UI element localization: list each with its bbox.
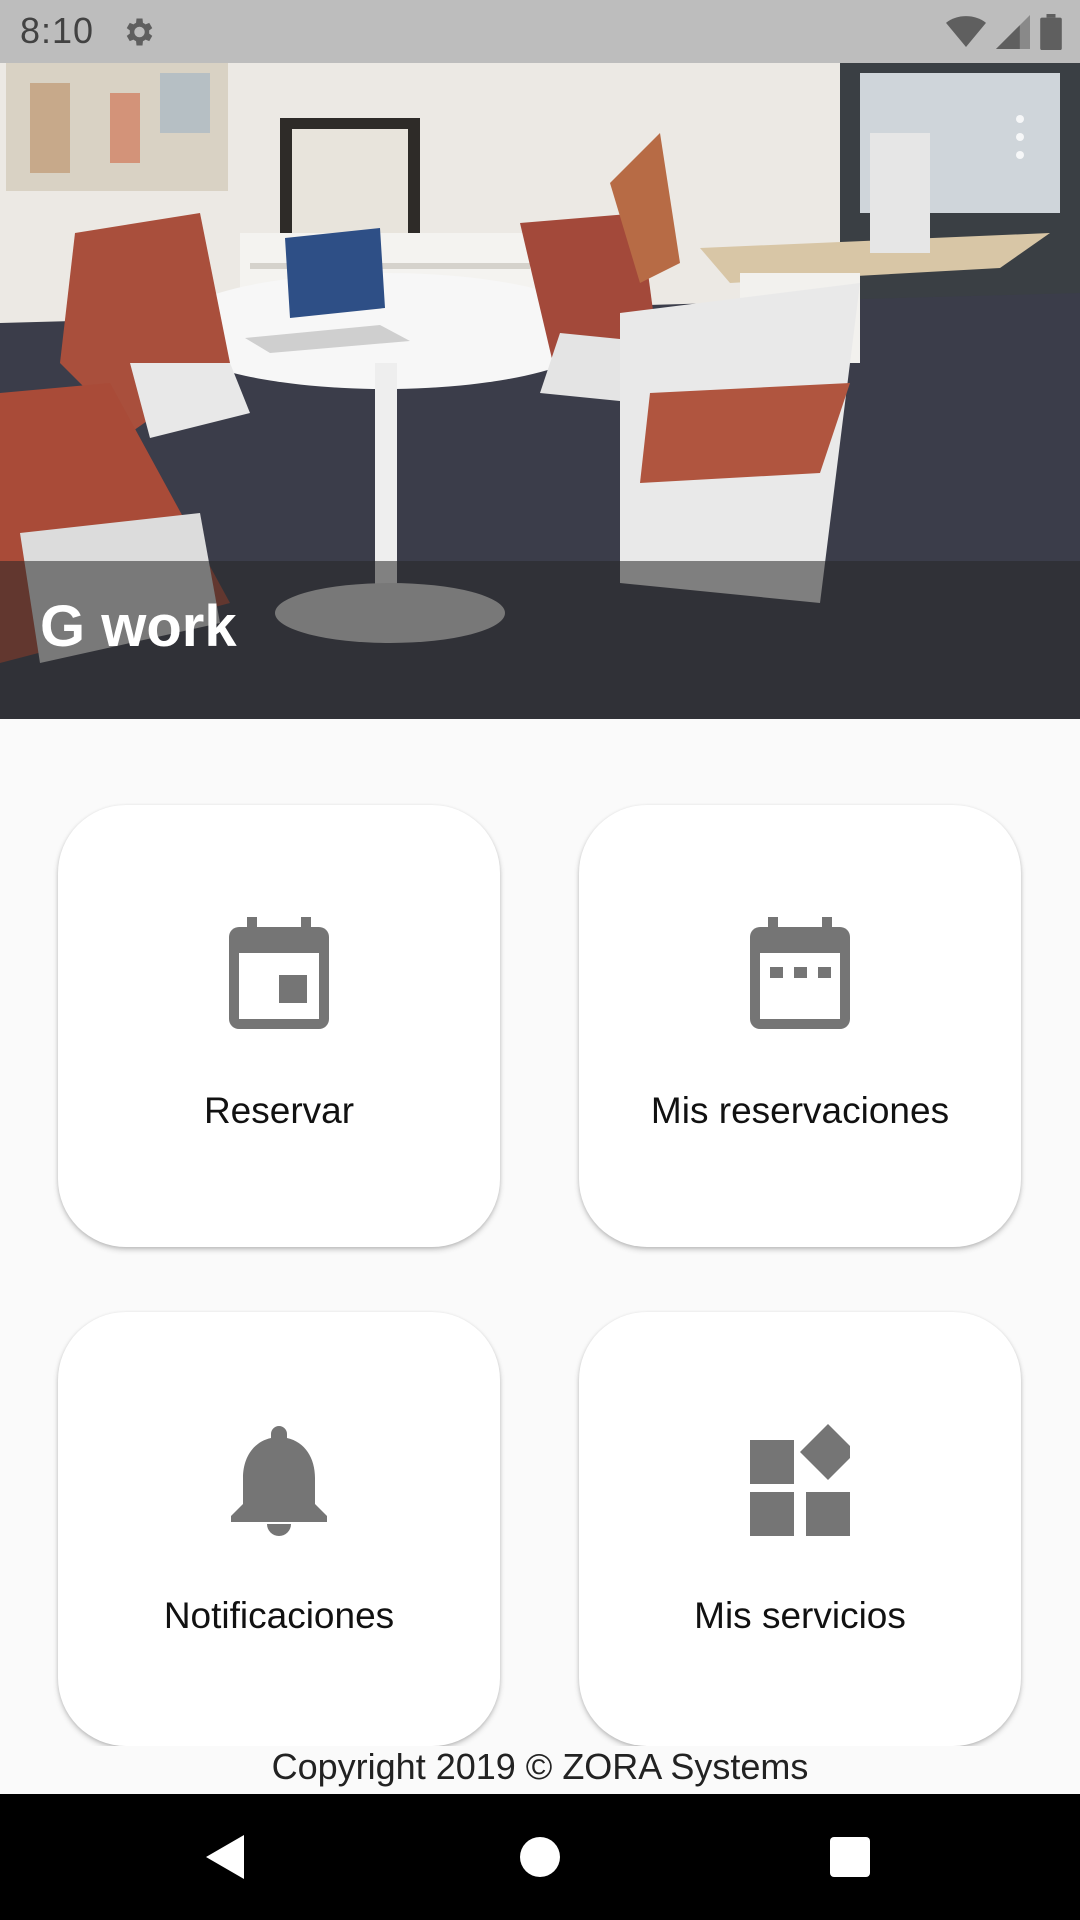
signal-icon: [996, 15, 1030, 49]
tile-notificaciones[interactable]: Notificaciones: [58, 1312, 500, 1746]
tile-label: Mis servicios: [694, 1595, 906, 1636]
status-icons: [946, 12, 1062, 52]
calendar-dots-icon: [750, 917, 850, 1029]
tile-label: Notificaciones: [163, 1595, 395, 1636]
calendar-event-icon: [229, 917, 329, 1029]
tile-mis-servicios[interactable]: Mis servicios: [579, 1312, 1021, 1746]
tile-mis-reservaciones[interactable]: Mis reservaciones: [579, 805, 1021, 1247]
copyright-text: Copyright 2019 © ZORA Systems: [0, 1746, 1080, 1794]
widgets-icon: [750, 1424, 850, 1536]
home-icon[interactable]: [512, 1829, 568, 1885]
bell-icon: [231, 1426, 327, 1536]
tile-label: Mis reservaciones: [650, 1090, 950, 1131]
gear-icon: [126, 18, 153, 46]
status-time: 8:10: [20, 10, 95, 51]
back-icon[interactable]: [200, 1829, 256, 1885]
status-bar: 8:10: [0, 0, 1080, 63]
header-banner: G work: [0, 63, 1080, 719]
tile-reservar[interactable]: Reservar: [58, 805, 500, 1247]
tile-label: Reservar: [203, 1090, 355, 1131]
battery-icon: [1040, 14, 1062, 50]
overflow-menu-icon[interactable]: [1008, 115, 1032, 175]
app-title: G work: [40, 594, 237, 659]
wifi-icon: [946, 16, 986, 47]
recents-icon[interactable]: [822, 1829, 878, 1885]
navigation-bar: [0, 1794, 1080, 1920]
